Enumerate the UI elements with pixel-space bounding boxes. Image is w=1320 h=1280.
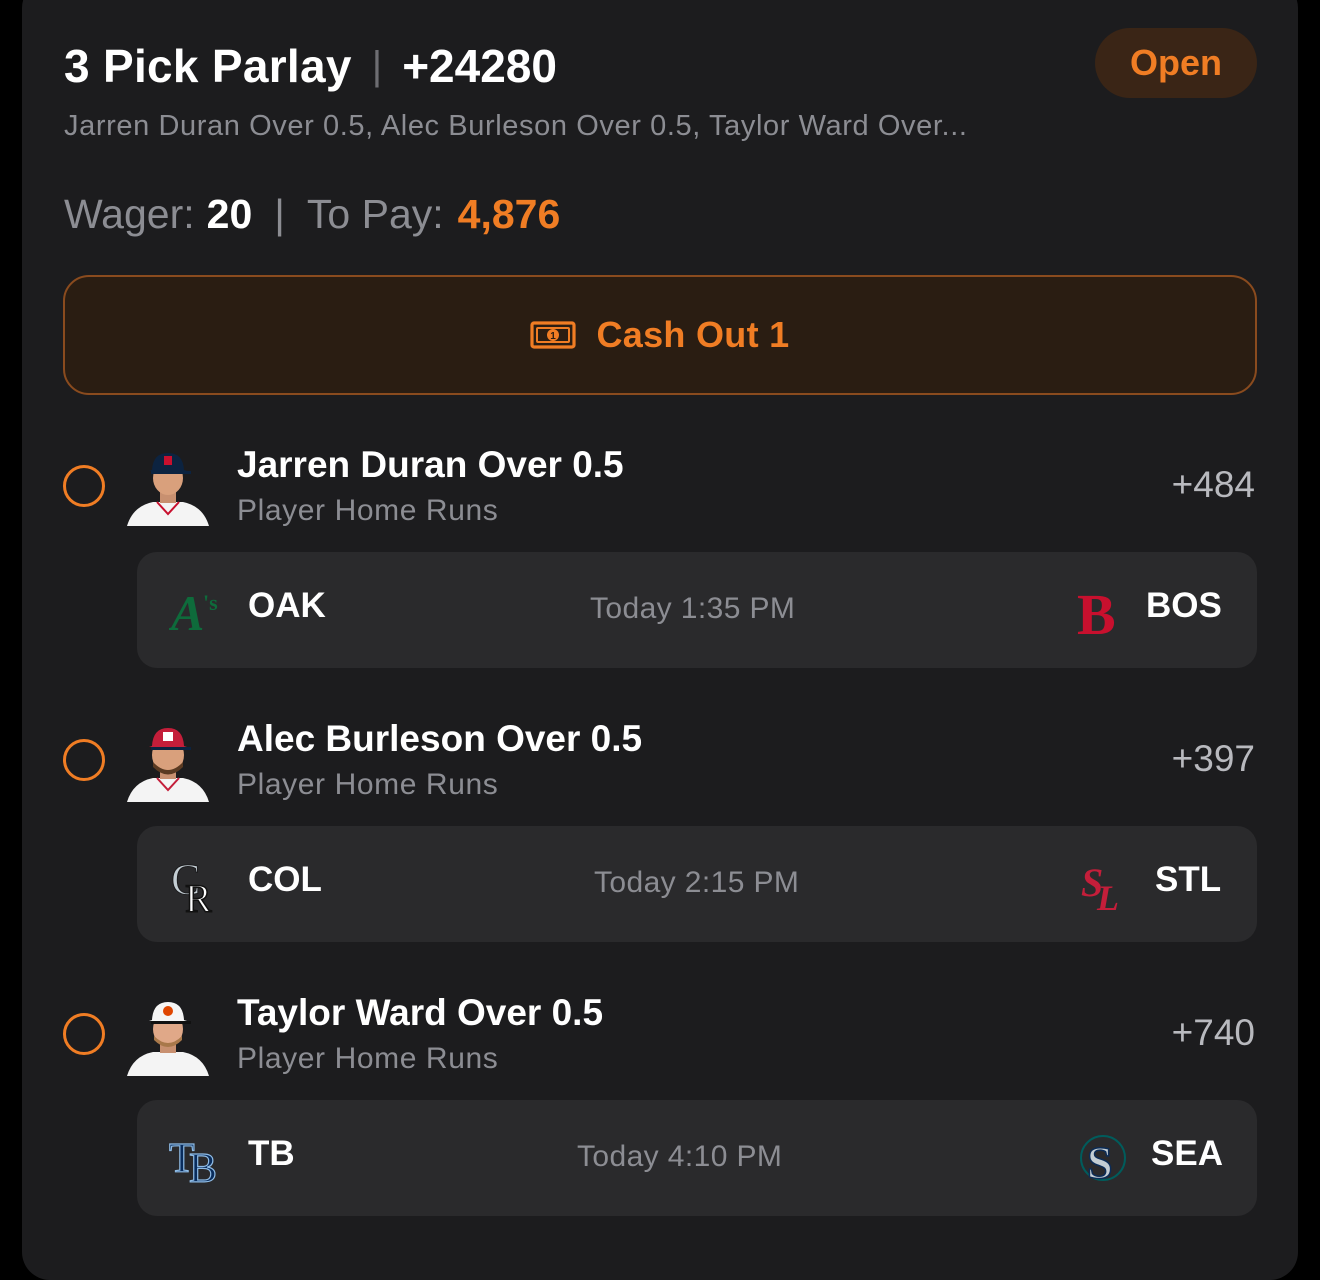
player-avatar bbox=[127, 728, 209, 802]
home-team-abbr: SEA bbox=[1151, 1134, 1223, 1173]
mariners-logo: S bbox=[1080, 1135, 1126, 1188]
payout-label: To Pay: bbox=[306, 190, 444, 237]
pick-name: Taylor Ward Over 0.5 bbox=[237, 992, 604, 1033]
game-matchup: T B TB Today 4:10 PM S SEA bbox=[137, 1100, 1257, 1216]
svg-text:R: R bbox=[185, 876, 212, 914]
parlay-odds: +24280 bbox=[402, 40, 557, 92]
wager-value: 20 bbox=[206, 190, 253, 237]
home-team-abbr: BOS bbox=[1146, 586, 1222, 625]
cash-bill-icon: 1 bbox=[530, 321, 577, 349]
rays-logo: T B bbox=[169, 1135, 218, 1188]
pick-odds: +484 bbox=[1171, 464, 1255, 505]
wager-label: Wager: bbox=[64, 190, 195, 237]
away-team-abbr: OAK bbox=[248, 586, 326, 625]
home-team-abbr: STL bbox=[1155, 860, 1222, 899]
game-time: Today 1:35 PM bbox=[590, 592, 796, 625]
wager-row: Wager: 20 | To Pay: 4,876 bbox=[64, 186, 560, 242]
leg-select-radio[interactable] bbox=[63, 739, 105, 781]
pick-name: Jarren Duran Over 0.5 bbox=[237, 444, 624, 485]
pick-odds: +740 bbox=[1171, 1012, 1255, 1053]
pick-market: Player Home Runs bbox=[237, 768, 499, 801]
title-separator: | bbox=[371, 43, 383, 88]
pick-market: Player Home Runs bbox=[237, 1042, 499, 1075]
game-matchup: C R COL Today 2:15 PM S L STL bbox=[137, 826, 1257, 942]
svg-text:'s: 's bbox=[203, 590, 218, 615]
game-matchup: A 's OAK Today 1:35 PM B BOS bbox=[137, 552, 1257, 668]
athletics-logo: A 's bbox=[169, 585, 218, 640]
leg-select-radio[interactable] bbox=[63, 465, 105, 507]
player-avatar bbox=[127, 1002, 209, 1076]
svg-text:1: 1 bbox=[551, 331, 557, 342]
svg-text:L: L bbox=[1096, 878, 1119, 914]
game-time: Today 2:15 PM bbox=[594, 866, 800, 899]
legs-summary: Jarren Duran Over 0.5, Alec Burleson Ove… bbox=[64, 110, 968, 142]
cash-out-label: Cash Out 1 bbox=[596, 314, 790, 355]
away-team-abbr: COL bbox=[248, 860, 322, 899]
rockies-logo: C R bbox=[171, 855, 213, 915]
payout-value: 4,876 bbox=[457, 190, 561, 237]
leg-select-radio[interactable] bbox=[63, 1013, 105, 1055]
cardinals-logo: S L bbox=[1081, 860, 1119, 914]
cash-out-button[interactable]: 1 Cash Out 1 bbox=[63, 275, 1257, 395]
svg-text:S: S bbox=[1087, 1137, 1113, 1188]
away-team-abbr: TB bbox=[248, 1134, 295, 1173]
title-row: 3 Pick Parlay | +24280 bbox=[64, 36, 557, 96]
svg-text:B: B bbox=[189, 1146, 217, 1188]
player-avatar bbox=[127, 453, 209, 526]
svg-text:B: B bbox=[1077, 582, 1116, 640]
pick-market: Player Home Runs bbox=[237, 494, 499, 527]
game-time: Today 4:10 PM bbox=[577, 1140, 783, 1173]
svg-text:A: A bbox=[169, 585, 204, 640]
pick-name: Alec Burleson Over 0.5 bbox=[237, 718, 643, 759]
pick-odds: +397 bbox=[1171, 738, 1255, 779]
red-sox-logo: B bbox=[1077, 582, 1116, 640]
parlay-title: 3 Pick Parlay bbox=[64, 40, 352, 92]
status-badge: Open bbox=[1095, 28, 1257, 98]
wager-separator: | bbox=[274, 190, 285, 237]
